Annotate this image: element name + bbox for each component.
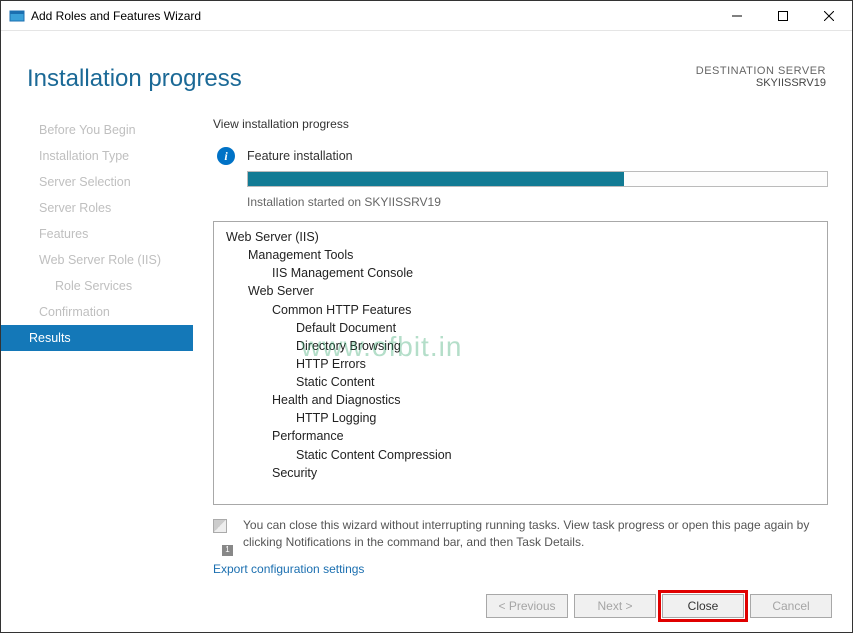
progress-bar <box>247 171 828 187</box>
tree-item: Web Server <box>248 282 821 300</box>
status-row: i Feature installation <box>213 147 828 165</box>
status-label: Feature installation <box>247 149 353 163</box>
progress-fill <box>248 172 624 186</box>
tree-item: Default Document <box>296 319 821 337</box>
info-icon: i <box>217 147 235 165</box>
tree-item: IIS Management Console <box>272 264 821 282</box>
instruction-text: View installation progress <box>213 117 828 131</box>
cancel-button: Cancel <box>750 594 832 618</box>
sidebar-step-server-roles: Server Roles <box>1 195 193 221</box>
tree-item: Common HTTP Features <box>272 301 821 319</box>
window-title: Add Roles and Features Wizard <box>31 9 201 23</box>
sidebar-step-results: Results <box>1 325 193 351</box>
destination-label: DESTINATION SERVER <box>696 65 826 77</box>
feature-tree[interactable]: Web Server (IIS)Management ToolsIIS Mana… <box>213 221 828 505</box>
export-config-link[interactable]: Export configuration settings <box>213 562 828 576</box>
wizard-button-row: < Previous Next > Close Cancel <box>486 594 832 618</box>
sidebar-step-confirmation: Confirmation <box>1 299 193 325</box>
maximize-button[interactable] <box>760 1 806 31</box>
sidebar-step-installation-type: Installation Type <box>1 143 193 169</box>
sidebar-step-role-services: Role Services <box>1 273 193 299</box>
sidebar-step-before-you-begin: Before You Begin <box>1 117 193 143</box>
tree-item: Health and Diagnostics <box>272 391 821 409</box>
previous-button: < Previous <box>486 594 568 618</box>
installation-started-text: Installation started on SKYIISSRV19 <box>247 195 828 209</box>
titlebar: Add Roles and Features Wizard <box>1 1 852 31</box>
sidebar-step-features: Features <box>1 221 193 247</box>
tree-item: Management Tools <box>248 246 821 264</box>
notification-count-badge: 1 <box>222 545 233 556</box>
tree-item: Static Content <box>296 373 821 391</box>
tree-item: Directory Browsing <box>296 337 821 355</box>
tree-item: Web Server (IIS) <box>226 228 821 246</box>
destination-block: DESTINATION SERVER SKYIISSRV19 <box>696 65 826 89</box>
app-icon <box>9 8 25 24</box>
next-button: Next > <box>574 594 656 618</box>
close-window-button[interactable] <box>806 1 852 31</box>
notification-flag-icon: 1 <box>213 519 235 552</box>
wizard-sidebar: Before You BeginInstallation TypeServer … <box>1 107 193 576</box>
destination-server: SKYIISSRV19 <box>696 77 826 89</box>
tree-item: HTTP Errors <box>296 355 821 373</box>
close-button[interactable]: Close <box>662 594 744 618</box>
content-area: View installation progress i Feature ins… <box>193 107 852 576</box>
minimize-button[interactable] <box>714 1 760 31</box>
footer-note-text: You can close this wizard without interr… <box>243 517 828 552</box>
tree-item: HTTP Logging <box>296 409 821 427</box>
tree-item: Performance <box>272 427 821 445</box>
footer-note: 1 You can close this wizard without inte… <box>213 517 828 552</box>
sidebar-step-web-server-role-iis-: Web Server Role (IIS) <box>1 247 193 273</box>
header: Installation progress DESTINATION SERVER… <box>1 31 852 107</box>
page-title: Installation progress <box>27 65 242 93</box>
sidebar-step-server-selection: Server Selection <box>1 169 193 195</box>
tree-item: Static Content Compression <box>296 446 821 464</box>
tree-item: Security <box>272 464 821 482</box>
